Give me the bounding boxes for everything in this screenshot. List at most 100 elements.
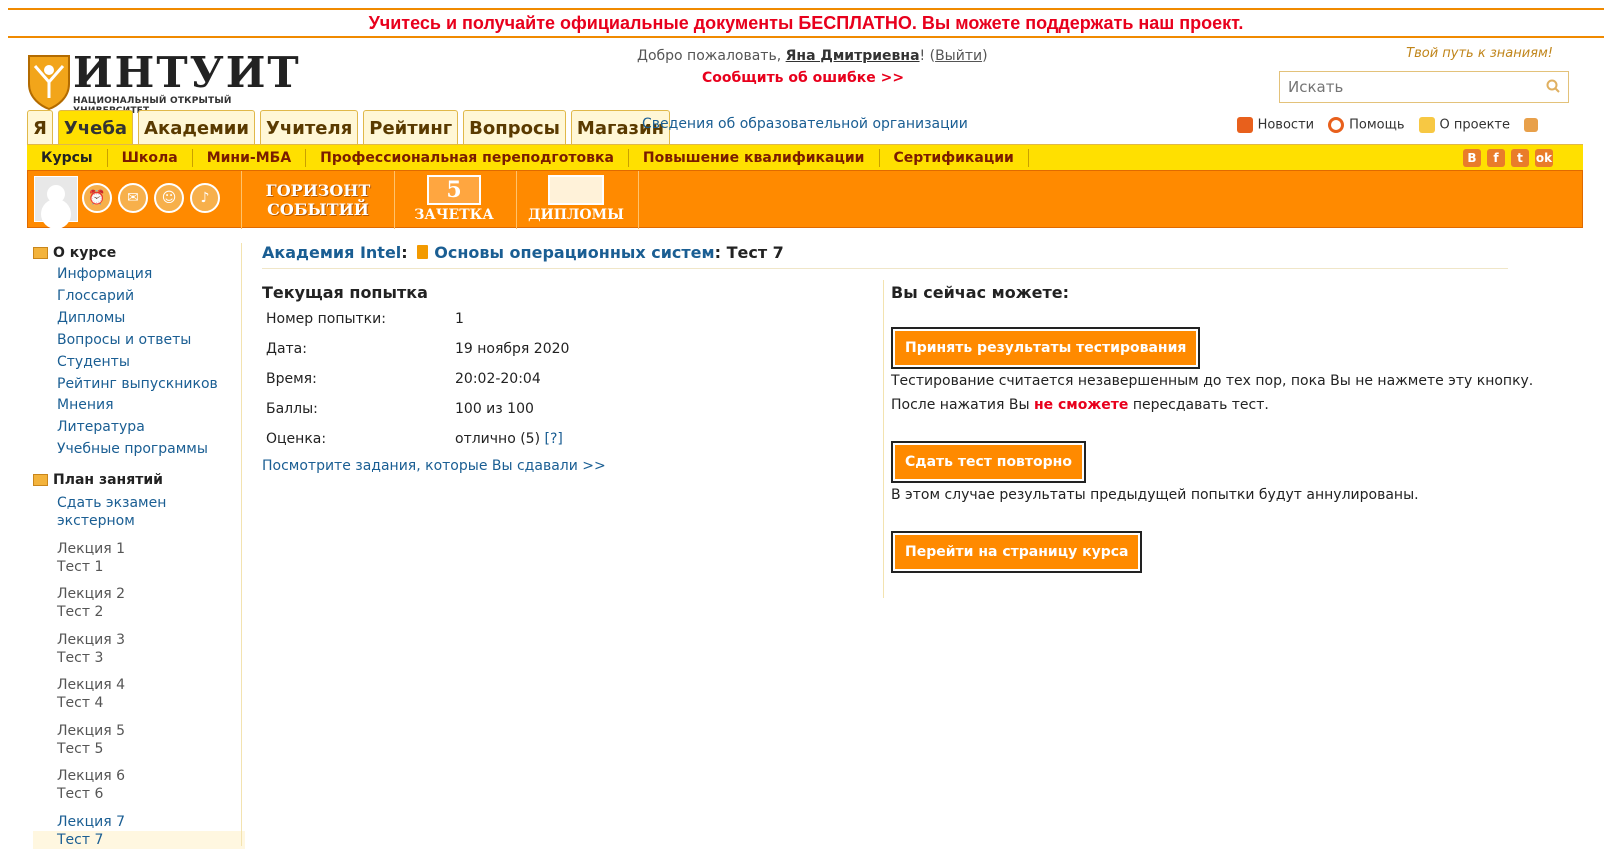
subnav-certifications[interactable]: Сертификации [880, 148, 1029, 167]
tab-rating[interactable]: Рейтинг [363, 110, 459, 144]
search-input[interactable] [1280, 72, 1530, 102]
sitemap-icon[interactable] [1524, 118, 1538, 132]
sidebar-lesson-5[interactable]: Лекция 5 Тест 5 [57, 722, 243, 758]
motto: Твой путь к знаниям! [1406, 46, 1553, 61]
test-label[interactable]: Тест 6 [57, 785, 243, 803]
subnav-retraining[interactable]: Профессиональная переподготовка [306, 148, 629, 167]
sidebar-item-literature[interactable]: Литература [57, 417, 243, 439]
logo-text: ИНТУИТ [73, 48, 301, 97]
subnav-courses[interactable]: Курсы [27, 148, 108, 167]
lesson-plan-section[interactable]: План занятий [33, 470, 243, 490]
sidebar-divider [241, 243, 242, 846]
alarm-clock-icon[interactable]: ⏰ [82, 183, 112, 213]
retake-test-button[interactable]: Сдать тест повторно [891, 441, 1086, 483]
test-label-active[interactable]: Тест 7 [33, 830, 245, 849]
accept-results-label: Принять результаты тестирования [895, 331, 1197, 365]
search-box[interactable] [1279, 71, 1569, 103]
user-name[interactable]: Яна Дмитриевна [786, 48, 920, 64]
book-icon [417, 245, 429, 259]
lecture-label[interactable]: Лекция 7 [57, 813, 243, 831]
odnoklassniki-icon[interactable]: ok [1535, 149, 1553, 167]
test-label[interactable]: Тест 4 [57, 694, 243, 712]
envelope-icon[interactable]: ✉ [118, 183, 148, 213]
sidebar-item-opinions[interactable]: Мнения [57, 395, 243, 417]
vk-icon[interactable]: B [1463, 149, 1481, 167]
gradebook-link[interactable]: 5 ЗАЧЕТКА [394, 171, 514, 229]
rss-icon [1236, 117, 1253, 133]
tab-academies[interactable]: Академии [138, 110, 256, 144]
search-icon[interactable] [1546, 79, 1560, 93]
social-links: B f t ok [1463, 149, 1553, 167]
sidebar-item-glossary[interactable]: Глоссарий [57, 286, 243, 308]
about-link[interactable]: О проекте [1418, 117, 1510, 133]
accept-note-1: Тестирование считается незавершенным до … [891, 373, 1534, 389]
lecture-label[interactable]: Лекция 6 [57, 767, 243, 785]
sidebar-lesson-2[interactable]: Лекция 2 Тест 2 [57, 585, 243, 621]
row-value: отлично (5) [?] [455, 429, 563, 459]
lecture-label[interactable]: Лекция 4 [57, 676, 243, 694]
breadcrumb-academy[interactable]: Академия Intel [262, 243, 401, 262]
sidebar-lesson-6[interactable]: Лекция 6 Тест 6 [57, 767, 243, 803]
sidebar-item-graduate-rating[interactable]: Рейтинг выпускников [57, 374, 243, 396]
accept-results-button[interactable]: Принять результаты тестирования [891, 327, 1201, 369]
sidebar-item-diplomas[interactable]: Дипломы [57, 308, 243, 330]
test-label[interactable]: Тест 2 [57, 603, 243, 621]
about-course-section[interactable]: О курсе [33, 243, 243, 263]
sidebar-item-programs[interactable]: Учебные программы [57, 439, 243, 461]
breadcrumb-current: : Тест 7 [714, 243, 784, 262]
subnav-school[interactable]: Школа [108, 148, 193, 167]
org-info-link[interactable]: Сведения об образовательной организации [642, 116, 968, 132]
lecture-label[interactable]: Лекция 3 [57, 631, 243, 649]
test-label[interactable]: Тест 1 [57, 558, 243, 576]
view-tasks-link[interactable]: Посмотрите задания, которые Вы сдавали >… [262, 458, 606, 474]
about-course-title: О курсе [53, 245, 117, 261]
tab-me[interactable]: Я [27, 110, 53, 144]
go-to-course-button[interactable]: Перейти на страницу курса [891, 531, 1143, 573]
strip-icons: ⏰ ✉ ☺ ♪ [82, 183, 220, 213]
sidebar-lesson-1[interactable]: Лекция 1 Тест 1 [57, 540, 243, 576]
help-link[interactable]: Помощь [1328, 117, 1405, 133]
welcome-bang: ! ( [919, 48, 936, 64]
lecture-label[interactable]: Лекция 5 [57, 722, 243, 740]
test-label[interactable]: Тест 5 [57, 740, 243, 758]
horizon-line2: СОБЫТИЙ [267, 200, 369, 219]
main-tabs: Я Учеба Академии Учителя Рейтинг Вопросы… [27, 110, 671, 144]
tab-teachers[interactable]: Учителя [260, 110, 359, 144]
sidebar-lesson-4[interactable]: Лекция 4 Тест 4 [57, 676, 243, 712]
welcome-text: Добро пожаловать, Яна Дмитриевна! (Выйти… [637, 48, 988, 64]
logo[interactable]: ИНТУИТ НАЦИОНАЛЬНЫЙ ОТКРЫТЫЙ УНИВЕРСИТЕТ [27, 48, 307, 116]
horizon-events-link[interactable]: ГОРИЗОНТ СОБЫТИЙ [243, 171, 393, 229]
bell-icon[interactable]: ♪ [190, 183, 220, 213]
row-value: 1 [455, 311, 464, 327]
sidebar-item-info[interactable]: Информация [57, 264, 243, 286]
sidebar-item-students[interactable]: Студенты [57, 352, 243, 374]
test-label[interactable]: Тест 3 [57, 649, 243, 667]
logout-link[interactable]: Выйти [935, 48, 982, 64]
row-value: 19 ноября 2020 [455, 341, 570, 357]
tab-study[interactable]: Учеба [57, 110, 134, 144]
sidebar-item-qa[interactable]: Вопросы и ответы [57, 330, 243, 352]
breadcrumb-sep: : [401, 243, 414, 262]
breadcrumb-course[interactable]: Основы операционных систем [434, 243, 714, 262]
news-link[interactable]: Новости [1236, 117, 1314, 133]
sidebar-lesson-7[interactable]: Лекция 7 Тест 7 [33, 813, 245, 849]
horizon-line1: ГОРИЗОНТ [265, 181, 371, 200]
subnav-qualification[interactable]: Повышение квалификации [629, 148, 880, 167]
twitter-icon[interactable]: t [1511, 149, 1529, 167]
lifebuoy-icon [1328, 117, 1345, 133]
report-error-link[interactable]: Сообщить об ошибке >> [702, 70, 904, 86]
lecture-label[interactable]: Лекция 2 [57, 585, 243, 603]
diplomas-link[interactable]: ДИПЛОМЫ [516, 171, 636, 229]
lecture-label[interactable]: Лекция 1 [57, 540, 243, 558]
grade-help-link[interactable]: [?] [545, 431, 563, 447]
facebook-icon[interactable]: f [1487, 149, 1505, 167]
tab-questions[interactable]: Вопросы [463, 110, 566, 144]
gradebook-icon: 5 [427, 175, 481, 205]
sidebar-item-external-exam[interactable]: Сдать экзамен экстерном [57, 494, 243, 530]
promo-banner[interactable]: Учитесь и получайте официальные документ… [8, 8, 1604, 38]
friends-icon[interactable]: ☺ [154, 183, 184, 213]
sidebar-lesson-3[interactable]: Лекция 3 Тест 3 [57, 631, 243, 667]
row-key: Оценка: [266, 431, 327, 447]
avatar[interactable] [34, 176, 78, 222]
subnav-mini-mba[interactable]: Мини-МБА [193, 148, 307, 167]
